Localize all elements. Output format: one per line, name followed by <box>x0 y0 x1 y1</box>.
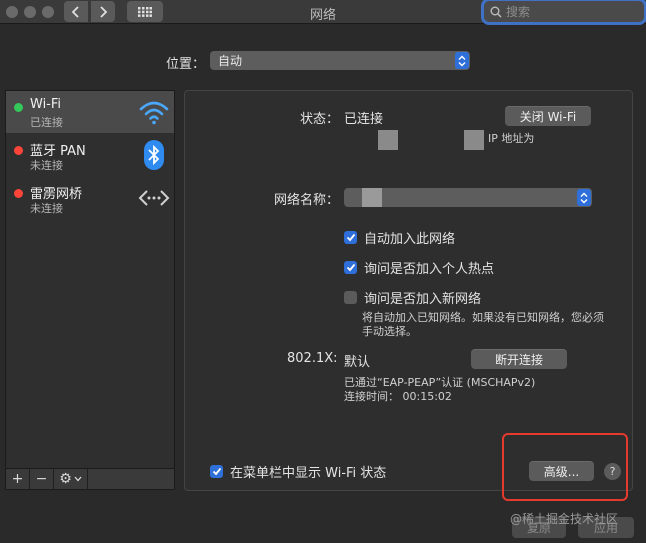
service-list-toolbar: + − ⚙ <box>5 469 175 490</box>
auto-join-label: 自动加入此网络 <box>364 232 456 247</box>
show-in-menubar-checkbox[interactable] <box>210 465 223 478</box>
gear-icon: ⚙ <box>59 471 72 487</box>
help-button[interactable]: ? <box>604 463 621 480</box>
chevron-down-icon <box>74 476 82 482</box>
connect-time-text: 连接时间： 00:15:02 <box>344 390 452 403</box>
location-label: 位置： <box>166 57 206 72</box>
bluetooth-icon <box>144 140 164 170</box>
redacted-block <box>464 130 484 150</box>
location-popup[interactable]: 自动 <box>210 51 470 70</box>
ask-new-network-label: 询问是否加入新网络 <box>364 292 482 307</box>
wifi-icon <box>139 101 169 125</box>
service-name: Wi-Fi <box>30 97 62 112</box>
advanced-button[interactable]: 高级... <box>529 461 594 481</box>
auto-join-checkbox-row[interactable]: 自动加入此网络 <box>344 228 455 247</box>
network-name-label: 网络名称： <box>274 193 340 208</box>
thunderbolt-bridge-icon <box>138 190 170 206</box>
title-bar: 网络 <box>0 0 646 24</box>
add-service-button[interactable]: + <box>6 469 30 489</box>
redacted-block <box>378 130 398 150</box>
search-input[interactable] <box>502 4 632 19</box>
service-status: 已连接 <box>30 116 63 129</box>
search-field[interactable] <box>484 1 644 22</box>
status-dot <box>14 146 23 155</box>
location-value: 自动 <box>218 54 243 68</box>
checkmark-icon <box>212 467 221 476</box>
ask-hotspot-checkbox[interactable] <box>344 261 357 274</box>
status-label: 状态： <box>300 112 340 127</box>
show-in-menubar-label: 在菜单栏中显示 Wi-Fi 状态 <box>230 466 387 481</box>
service-status: 未连接 <box>30 202 63 215</box>
status-dot <box>14 103 23 112</box>
auto-join-checkbox[interactable] <box>344 231 357 244</box>
dot1x-label: 802.1X: <box>287 351 338 366</box>
remove-service-button[interactable]: − <box>30 469 54 489</box>
turn-off-wifi-button[interactable]: 关闭 Wi-Fi <box>505 106 591 126</box>
service-item-thunderbolt-bridge[interactable]: 雷雳网桥 未连接 <box>6 177 174 219</box>
ask-new-network-checkbox-row[interactable]: 询问是否加入新网络 <box>344 288 481 307</box>
service-list: Wi-Fi 已连接 蓝牙 PAN 未连接 雷雳网桥 未连接 <box>5 90 175 469</box>
ask-hotspot-label: 询问是否加入个人热点 <box>364 262 495 277</box>
checkmark-icon <box>346 233 355 242</box>
redacted-block <box>362 188 382 207</box>
service-actions-button[interactable]: ⚙ <box>54 469 88 489</box>
network-name-popup[interactable] <box>344 188 592 207</box>
status-dot <box>14 189 23 198</box>
dot1x-value: 默认 <box>344 355 371 370</box>
ip-address-text: IP 地址为 <box>488 132 535 145</box>
join-note-line2: 手动选择。 <box>362 325 417 338</box>
status-value: 已连接 <box>344 112 384 127</box>
network-preferences-window: 网络 位置： 自动 Wi-Fi 已连接 蓝牙 PAN 未连接 <box>0 0 646 543</box>
watermark: @稀土掘金技术社区 <box>510 512 619 526</box>
checkmark-icon <box>346 263 355 272</box>
search-icon <box>490 6 502 18</box>
ask-new-network-checkbox[interactable] <box>344 291 357 304</box>
show-in-menubar-checkbox-row[interactable]: 在菜单栏中显示 Wi-Fi 状态 <box>210 462 386 481</box>
popup-stepper-icon <box>577 189 591 206</box>
ask-hotspot-checkbox-row[interactable]: 询问是否加入个人热点 <box>344 258 494 277</box>
service-item-bluetooth-pan[interactable]: 蓝牙 PAN 未连接 <box>6 134 174 176</box>
popup-stepper-icon <box>455 52 469 69</box>
service-item-wifi[interactable]: Wi-Fi 已连接 <box>6 91 174 133</box>
disconnect-button[interactable]: 断开连接 <box>471 349 567 369</box>
service-status: 未连接 <box>30 159 63 172</box>
